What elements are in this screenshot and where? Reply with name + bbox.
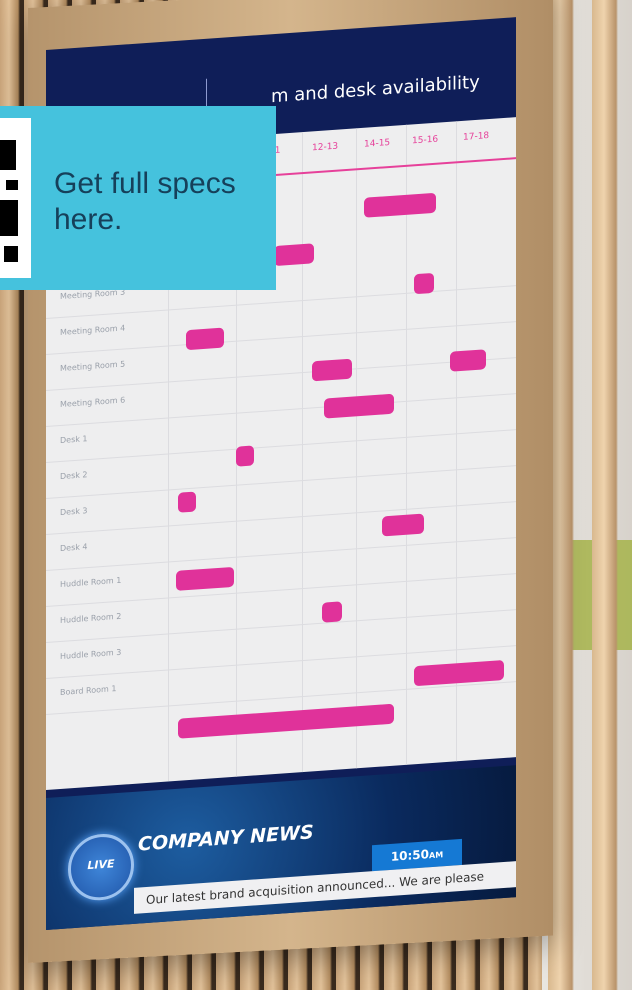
- booking-bar: [382, 513, 424, 537]
- hour-label: 15-16: [412, 134, 439, 147]
- booking-bar: [312, 358, 352, 382]
- booking-bar: [176, 566, 234, 591]
- news-title: COMPANY NEWS: [138, 821, 314, 856]
- news-time-suffix: AM: [429, 850, 444, 861]
- specs-callout[interactable]: Get full specs here.: [0, 106, 276, 290]
- booking-bar: [322, 601, 342, 623]
- booking-bar: [186, 327, 224, 351]
- qr-module: [0, 200, 18, 236]
- booking-bar: [236, 445, 254, 467]
- row-label: Desk 1: [60, 434, 88, 446]
- row-label: Huddle Room 1: [60, 575, 122, 590]
- live-label: LIVE: [87, 857, 115, 873]
- qr-module: [4, 246, 18, 262]
- booking-bar: [414, 272, 434, 295]
- row-label: Desk 2: [60, 470, 88, 482]
- row-label: Meeting Room 6: [60, 395, 126, 410]
- row-label: Huddle Room 2: [60, 611, 122, 626]
- foreground-slats: [548, 0, 632, 990]
- booking-bar: [450, 349, 486, 372]
- row-label: Meeting Room 5: [60, 359, 126, 374]
- hour-label: 12-13: [312, 141, 339, 154]
- callout-text: Get full specs here.: [54, 167, 236, 236]
- booking-bar: [178, 491, 196, 513]
- qr-module: [6, 180, 18, 190]
- hour-label: 14-15: [364, 137, 391, 150]
- news-time-value: 10:50: [390, 847, 430, 864]
- row-label: Desk 3: [60, 506, 88, 518]
- booking-bar: [274, 243, 314, 267]
- qr-code-icon[interactable]: [0, 118, 31, 278]
- row-label: Huddle Room 3: [60, 647, 122, 662]
- row-label: Board Room 1: [60, 684, 117, 698]
- screen-title: m and desk availability: [271, 71, 480, 108]
- live-badge: LIVE: [68, 831, 134, 903]
- hour-label: 17-18: [463, 131, 490, 143]
- row-label: Meeting Room 4: [60, 323, 126, 338]
- qr-module: [0, 140, 16, 170]
- row-label: Desk 4: [60, 542, 88, 554]
